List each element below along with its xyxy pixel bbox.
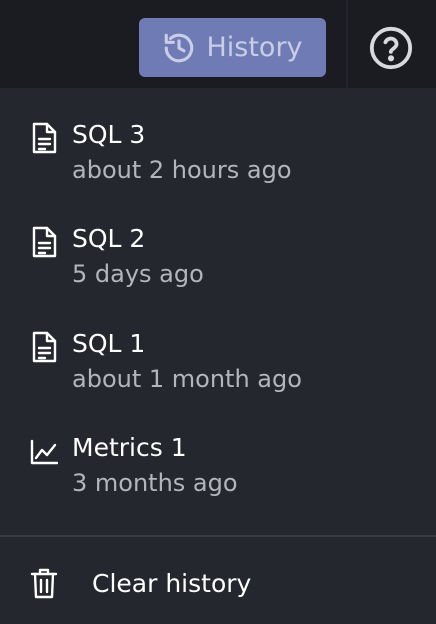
document-icon <box>30 226 58 258</box>
history-item-metrics-1[interactable]: Metrics 1 3 months ago <box>0 413 436 509</box>
history-item-sql-1[interactable]: SQL 1 about 1 month ago <box>0 309 436 405</box>
document-icon <box>30 122 58 154</box>
history-item-time: about 1 month ago <box>72 365 302 393</box>
history-menu: SQL 3 about 2 hours ago SQL 2 5 days ago <box>0 88 436 624</box>
clear-history-button[interactable]: Clear history <box>0 537 436 624</box>
history-icon <box>162 31 196 65</box>
toolbar-divider <box>346 0 348 88</box>
history-item-sql-2[interactable]: SQL 2 5 days ago <box>0 204 436 300</box>
history-item-title: SQL 3 <box>72 120 146 149</box>
history-item-time: 3 months ago <box>72 469 238 497</box>
document-icon <box>30 331 58 363</box>
help-button[interactable] <box>368 25 414 71</box>
help-circle-icon <box>368 26 414 75</box>
history-item-title: Metrics 1 <box>72 433 187 462</box>
top-bar: History <box>0 0 436 88</box>
history-item-time: 5 days ago <box>72 260 204 288</box>
history-button[interactable]: History <box>139 18 326 77</box>
history-item-sql-3[interactable]: SQL 3 about 2 hours ago <box>0 100 436 196</box>
history-item-title: SQL 2 <box>72 224 146 253</box>
history-item-time: about 2 hours ago <box>72 156 292 184</box>
history-item-title: SQL 1 <box>72 329 146 358</box>
line-chart-icon <box>30 435 59 467</box>
trash-icon <box>30 567 58 599</box>
clear-history-label: Clear history <box>92 569 252 598</box>
history-button-label: History <box>206 32 303 63</box>
